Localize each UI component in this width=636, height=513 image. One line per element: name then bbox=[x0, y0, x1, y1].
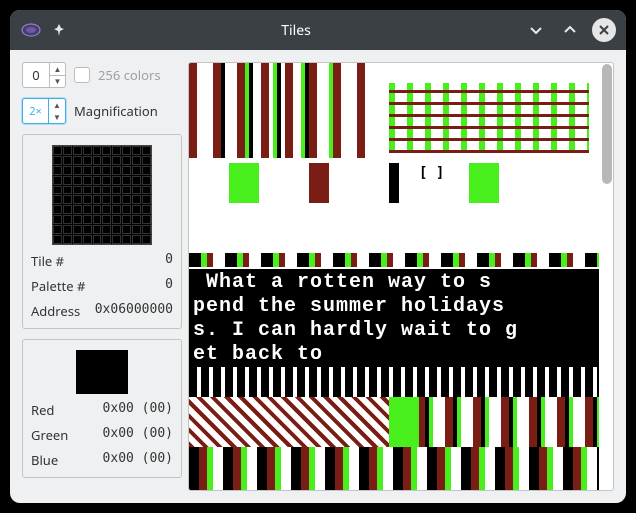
tile-info-frame: Tile # 0 Palette # 0 Address 0x06000000 bbox=[22, 134, 182, 329]
spinner-down-icon[interactable]: ▼ bbox=[50, 75, 65, 87]
minimize-button[interactable] bbox=[524, 18, 548, 42]
address-value: 0x06000000 bbox=[95, 302, 173, 320]
colors256-checkbox[interactable] bbox=[74, 67, 90, 83]
tile-region bbox=[189, 253, 599, 267]
palette-number-value: 0 bbox=[165, 277, 173, 295]
red-label: Red bbox=[31, 401, 54, 419]
sidebar: 0 ▲ ▼ 256 colors 2× ▲ ▼ Magnifi bbox=[22, 62, 182, 491]
blue-value: 0x00 (00) bbox=[103, 451, 173, 469]
tile-number-label: Tile # bbox=[31, 252, 64, 270]
pin-icon[interactable] bbox=[50, 21, 68, 39]
content-area: 0 ▲ ▼ 256 colors 2× ▲ ▼ Magnifi bbox=[10, 50, 626, 503]
tile-number-value: 0 bbox=[165, 252, 173, 270]
tile-number-row: Tile # 0 bbox=[31, 252, 173, 270]
bracket-overlay: [ ] bbox=[419, 165, 444, 181]
red-row: Red 0x00 (00) bbox=[31, 401, 173, 419]
tile-viewer[interactable]: [ ] What a rotten way to s pend the summ… bbox=[188, 62, 614, 491]
tile-region bbox=[389, 397, 599, 447]
magnification-spinner[interactable]: 2× ▲ ▼ bbox=[22, 98, 66, 124]
tiles-window: Tiles 0 ▲ ▼ bbox=[10, 10, 626, 503]
tile-text-band: What a rotten way to s pend the summer h… bbox=[189, 269, 599, 367]
app-icon bbox=[20, 19, 42, 41]
tile-region bbox=[389, 83, 589, 153]
titlebar: Tiles bbox=[10, 10, 626, 50]
vertical-scrollbar[interactable] bbox=[602, 64, 612, 184]
blue-row: Blue 0x00 (00) bbox=[31, 451, 173, 469]
color-swatch bbox=[76, 350, 128, 394]
address-label: Address bbox=[31, 302, 80, 320]
spinner-up-icon[interactable]: ▲ bbox=[49, 99, 65, 111]
tile-canvas: [ ] What a rotten way to s pend the summ… bbox=[189, 63, 613, 490]
colors256-label: 256 colors bbox=[98, 66, 161, 84]
red-value: 0x00 (00) bbox=[103, 401, 173, 419]
close-button[interactable] bbox=[592, 18, 616, 42]
blue-label: Blue bbox=[31, 451, 58, 469]
green-row: Green 0x00 (00) bbox=[31, 426, 173, 444]
tile-preview-grid bbox=[52, 145, 152, 245]
green-value: 0x00 (00) bbox=[103, 426, 173, 444]
spinner-down-icon[interactable]: ▼ bbox=[49, 111, 65, 123]
window-title: Tiles bbox=[68, 21, 524, 40]
tile-region bbox=[189, 447, 599, 491]
tile-region bbox=[189, 163, 599, 203]
tile-region bbox=[189, 63, 369, 158]
palette-row: 0 ▲ ▼ 256 colors bbox=[22, 62, 182, 88]
magnification-label: Magnification bbox=[74, 102, 158, 120]
spinner-up-icon[interactable]: ▲ bbox=[50, 63, 65, 75]
magnification-value: 2× bbox=[23, 99, 49, 123]
window-controls bbox=[524, 18, 616, 42]
green-label: Green bbox=[31, 426, 68, 444]
palette-index-value: 0 bbox=[23, 66, 49, 84]
maximize-button[interactable] bbox=[558, 18, 582, 42]
palette-number-label: Palette # bbox=[31, 277, 85, 295]
address-row: Address 0x06000000 bbox=[31, 302, 173, 320]
magnification-row: 2× ▲ ▼ Magnification bbox=[22, 98, 182, 124]
palette-index-spinner[interactable]: 0 ▲ ▼ bbox=[22, 62, 66, 88]
palette-number-row: Palette # 0 bbox=[31, 277, 173, 295]
color-info-frame: Red 0x00 (00) Green 0x00 (00) Blue 0x00 … bbox=[22, 339, 182, 478]
tile-region bbox=[189, 367, 599, 397]
